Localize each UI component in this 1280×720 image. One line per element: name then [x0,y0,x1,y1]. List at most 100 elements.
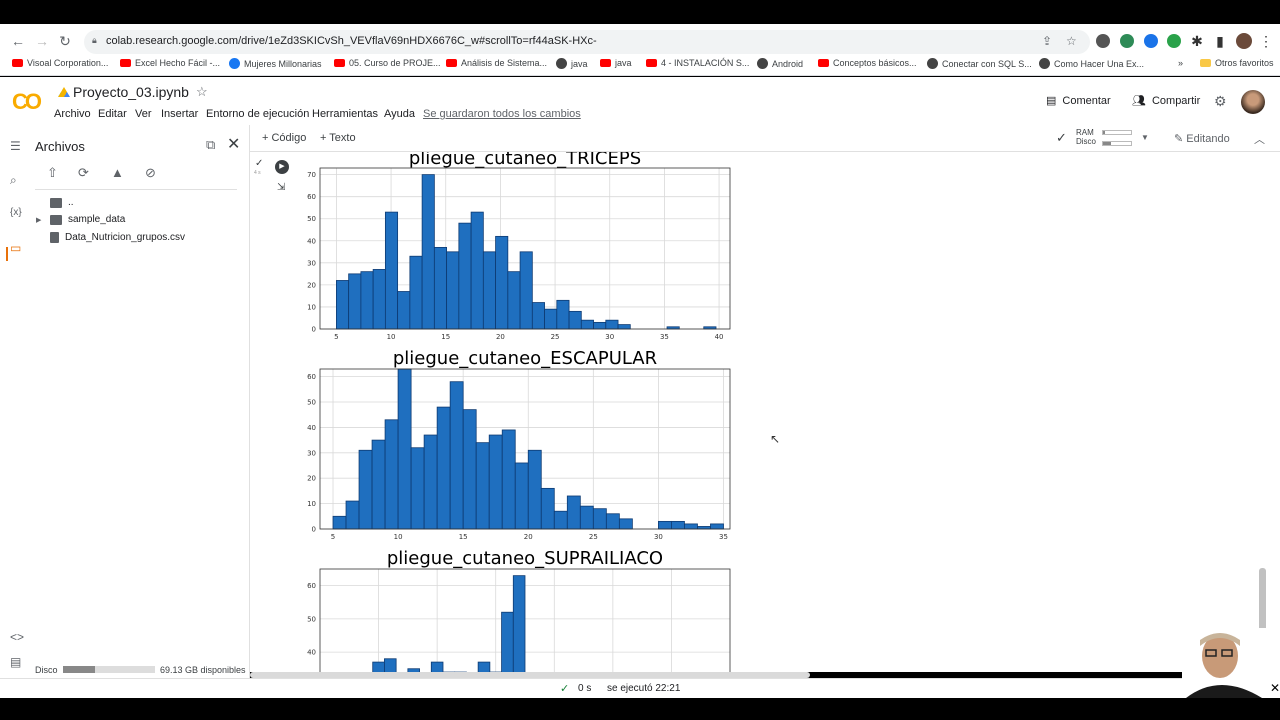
histogram-bar [556,299,570,330]
share-page-icon[interactable]: ⇪ [1042,34,1052,48]
histogram-bar [449,381,464,530]
browser-nav-row: ← → ↻ 🔒︎ colab.research.google.com/drive… [0,28,1280,54]
histogram-bar [446,251,460,330]
y-tick-label: 60 [307,373,316,381]
y-tick-label: 20 [307,475,316,483]
file-row-parent[interactable]: .. [50,197,74,208]
bookmark-item[interactable]: java [600,58,632,68]
search-icon[interactable]: ⌕ [10,173,17,188]
star-icon[interactable]: ☆ [196,84,208,100]
file-row-csv[interactable]: Data_Nutricion_grupos.csv [50,232,185,243]
shield-extension-icon[interactable] [1120,34,1134,48]
puzzle-icon[interactable]: ✱ [1187,28,1207,54]
histogram-bar [358,449,373,530]
youtube-icon [646,59,657,67]
back-icon[interactable]: ← [8,28,28,54]
expand-caret-icon[interactable]: ▶ [36,216,41,224]
bookmark-star-icon[interactable]: ☆ [1066,34,1077,48]
add-code-button[interactable]: + Código [262,132,306,144]
bookmark-item[interactable]: java [556,58,588,69]
code-snippets-icon[interactable]: <> [10,630,24,644]
resources-dropdown-icon[interactable]: ▼ [1141,133,1149,142]
menu-insertar[interactable]: Insertar [161,108,198,120]
resource-labels[interactable]: RAM Disco [1076,128,1096,146]
menu-ayuda[interactable]: Ayuda [384,108,415,120]
histogram-bar [495,235,509,330]
histogram-bar [540,487,555,530]
menu-herramientas[interactable]: Herramientas [312,108,378,120]
run-cell-icon[interactable]: ▶ [275,160,289,174]
top-black-bar [0,0,1280,24]
histogram-bar [336,280,350,330]
bookmarks-overflow-chevron[interactable]: » [1178,58,1183,68]
close-icon[interactable]: ✕ [227,134,240,154]
location-extension-icon[interactable] [1144,34,1158,48]
status-executed[interactable]: se ejecutó 22:21 [607,683,680,694]
histogram-bar [458,222,472,330]
collapse-header-icon[interactable]: ︿ [1254,131,1265,147]
histogram-bar [618,518,633,530]
x-tick-label: 30 [605,333,614,341]
add-text-button[interactable]: + Texto [320,132,356,144]
other-favorites[interactable]: Otros favoritos [1200,58,1274,68]
bookmark-item[interactable]: Conectar con SQL S... [927,58,1032,69]
menu-editar[interactable]: Editar [98,108,127,120]
youtube-icon [818,59,829,67]
menu-archivo[interactable]: Archivo [54,108,91,120]
profile-avatar[interactable] [1236,33,1252,49]
forward-icon[interactable]: → [32,28,52,54]
bookmark-item[interactable]: Análisis de Sistema... [446,58,547,68]
hide-files-icon[interactable]: ⊘ [145,165,156,181]
mount-drive-icon[interactable]: ▲ [111,165,124,180]
reload-icon[interactable]: ↻ [55,28,75,54]
bookmarks-bar: Visoal Corporation... Excel Hecho Fácil … [0,56,1280,74]
comment-button[interactable]: ▤ Comentar [1046,94,1111,108]
colab-logo[interactable]: CO [12,89,42,115]
files-folder-icon[interactable]: ▭ [10,241,21,255]
account-avatar[interactable] [1241,90,1265,114]
bookmark-item[interactable]: Como Hacer Una Ex... [1039,58,1144,69]
toc-icon[interactable]: ☰ [10,139,21,153]
bookmark-item[interactable]: Android [757,58,803,69]
menu-entorno[interactable]: Entorno de ejecución [206,108,309,120]
x-tick-label: 30 [654,533,663,541]
saved-status[interactable]: Se guardaron todos los cambios [423,108,581,120]
bookmark-item[interactable]: Excel Hecho Fácil -... [120,58,220,68]
ram-fill [1103,131,1106,134]
histogram-bar [671,520,685,530]
output-action-icon[interactable]: ⇲ [277,182,285,193]
notebook-main: ✓ 4 s ▶ ⇲ pliegue_cutaneo_TRICEPS 0 10 20 30… [250,152,1280,672]
bookmark-item[interactable]: 4 - INSTALACIÓN S... [646,58,749,68]
upload-file-icon[interactable]: ⇧ [47,165,58,181]
green-extension-icon[interactable] [1167,34,1181,48]
histogram-bar [384,211,399,330]
files-title: Archivos [35,139,85,154]
settings-gear-icon[interactable]: ⚙ [1214,93,1227,110]
bookmark-item[interactable]: Mujeres Millonarias [229,58,322,69]
share-button[interactable]: 👥︎ Compartir [1132,94,1200,108]
extension-icon[interactable] [1096,34,1110,48]
address-bar[interactable]: 🔒︎ colab.research.google.com/drive/1eZd3… [84,30,1090,54]
notebook-name[interactable]: Proyecto_03.ipynb [73,84,189,100]
bookmark-item[interactable]: Visoal Corporation... [12,58,108,68]
menu-ver[interactable]: Ver [135,108,152,120]
terminal-icon[interactable]: ▤ [10,655,21,669]
disk-label-toolbar: Disco [1076,137,1097,146]
people-icon: 👥︎ [1132,95,1146,107]
open-in-tab-icon[interactable]: ⧉ [206,137,215,153]
bookmark-item[interactable]: 05. Curso de PROJE... [334,58,441,68]
editing-mode[interactable]: ✎ Editando [1174,132,1230,145]
browser-menu-icon[interactable]: ⋮ [1256,28,1276,54]
refresh-folder-icon[interactable]: ⟳ [78,165,89,181]
bookmark-item[interactable]: Conceptos básicos... [818,58,917,68]
comment-icon: ▤ [1046,95,1057,107]
disk-usage-bar [63,666,155,673]
url-text[interactable]: colab.research.google.com/drive/1eZd3SKI… [106,35,597,47]
variables-icon[interactable]: {x} [10,207,22,218]
histogram-bar [527,449,542,530]
file-row-sample-data[interactable]: sample_data [50,214,125,225]
histogram-bar [512,575,526,672]
x-tick-label: 35 [660,333,669,341]
histogram-bar [433,246,448,330]
sidepanel-icon[interactable]: ▮ [1210,28,1230,54]
